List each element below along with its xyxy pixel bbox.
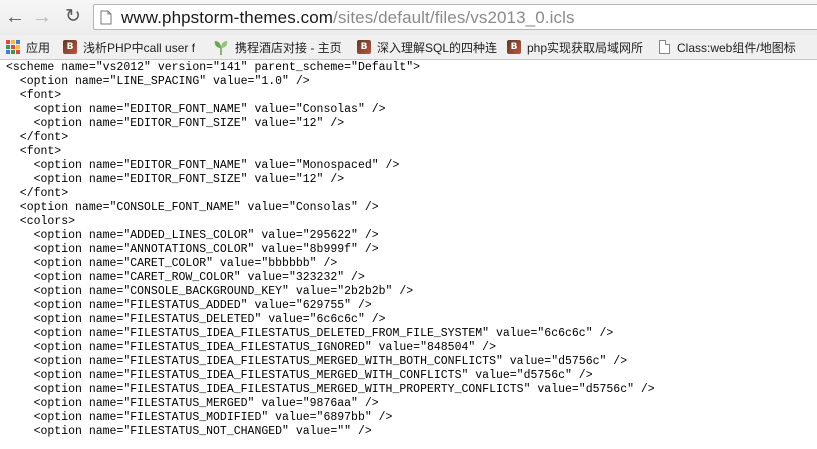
bookmark-apps[interactable]: 应用	[6, 38, 50, 56]
leaf-icon	[213, 40, 229, 55]
xml-line: <option name="FILESTATUS_IDEA_FILESTATUS…	[6, 383, 655, 396]
xml-line: <scheme name="vs2012" version="141" pare…	[6, 61, 421, 74]
xml-line: <option name="CARET_ROW_COLOR" value="32…	[6, 271, 365, 284]
xml-line: </font>	[6, 187, 69, 200]
xml-line: <option name="EDITOR_FONT_NAME" value="M…	[6, 159, 400, 172]
bookmark-item[interactable]: Class:web组件/地图标	[659, 38, 796, 56]
back-arrow-icon[interactable]: ←	[2, 5, 28, 29]
xml-line: <option name="ADDED_LINES_COLOR" value="…	[6, 229, 379, 242]
bookmark-item[interactable]: 携程酒店对接 - 主页	[213, 38, 342, 56]
xml-line: <option name="EDITOR_FONT_SIZE" value="1…	[6, 173, 345, 186]
xml-line: <option name="FILESTATUS_IDEA_FILESTATUS…	[6, 369, 593, 382]
bookmark-favicon-icon: B	[63, 40, 77, 54]
xml-line: <option name="ANNOTATIONS_COLOR" value="…	[6, 243, 379, 256]
xml-line: </font>	[6, 131, 69, 144]
bookmark-item[interactable]: B 深入理解SQL的四种连	[357, 38, 497, 56]
xml-line: <colors>	[6, 215, 76, 228]
bookmark-label: 深入理解SQL的四种连	[377, 40, 498, 55]
xml-line: <option name="FILESTATUS_IDEA_FILESTATUS…	[6, 327, 614, 340]
bookmark-label: Class:web组件/地图标	[677, 40, 796, 55]
bookmark-label: 应用	[26, 40, 51, 55]
url-text[interactable]: www.phpstorm-themes.com/sites/default/fi…	[121, 8, 575, 27]
xml-line: <option name="CONSOLE_BACKGROUND_KEY" va…	[6, 285, 414, 298]
xml-line: <option name="FILESTATUS_NOT_CHANGED" va…	[6, 425, 372, 438]
bookmark-label: php实现获取局域网所	[527, 40, 644, 55]
bookmark-label: 携程酒店对接 - 主页	[235, 40, 342, 55]
document-icon	[659, 40, 670, 54]
bookmarks-bar: 应用 B 浅析PHP中call user f 携程酒店对接 - 主页 B 深入理…	[0, 35, 817, 60]
xml-line: <option name="CONSOLE_FONT_NAME" value="…	[6, 201, 379, 214]
page-icon	[100, 10, 112, 30]
bookmark-item[interactable]: B 浅析PHP中call user f	[63, 38, 195, 56]
xml-line: <option name="FILESTATUS_IDEA_FILESTATUS…	[6, 341, 496, 354]
xml-line: <font>	[6, 89, 62, 102]
bookmark-favicon-icon: B	[507, 40, 521, 54]
xml-line: <option name="FILESTATUS_DELETED" value=…	[6, 313, 386, 326]
xml-line: <option name="FILESTATUS_IDEA_FILESTATUS…	[6, 355, 628, 368]
apps-grid-icon	[6, 40, 20, 54]
address-bar[interactable]: www.phpstorm-themes.com/sites/default/fi…	[93, 4, 817, 30]
xml-line: <option name="FILESTATUS_MODIFIED" value…	[6, 411, 393, 424]
xml-content: <scheme name="vs2012" version="141" pare…	[6, 61, 817, 449]
bookmark-favicon-icon: B	[357, 40, 371, 54]
xml-line: <option name="EDITOR_FONT_NAME" value="C…	[6, 103, 386, 116]
url-host: www.phpstorm-themes.com	[121, 8, 334, 27]
reload-icon[interactable]: ↻	[60, 5, 86, 29]
browser-toolbar: ← → ↻ www.phpstorm-themes.com/sites/defa…	[0, 0, 817, 35]
xml-line: <option name="FILESTATUS_MERGED" value="…	[6, 397, 379, 410]
bookmark-label: 浅析PHP中call user f	[83, 40, 196, 55]
bookmark-item[interactable]: B php实现获取局域网所	[507, 38, 643, 56]
xml-line: <option name="LINE_SPACING" value="1.0" …	[6, 75, 310, 88]
url-path: /sites/default/files/vs2013_0.icls	[333, 8, 575, 27]
xml-line: <option name="EDITOR_FONT_SIZE" value="1…	[6, 117, 345, 130]
xml-line: <option name="CARET_COLOR" value="bbbbbb…	[6, 257, 338, 270]
xml-line: <font>	[6, 145, 62, 158]
forward-arrow-icon[interactable]: →	[29, 5, 55, 29]
xml-line: <option name="FILESTATUS_ADDED" value="6…	[6, 299, 372, 312]
